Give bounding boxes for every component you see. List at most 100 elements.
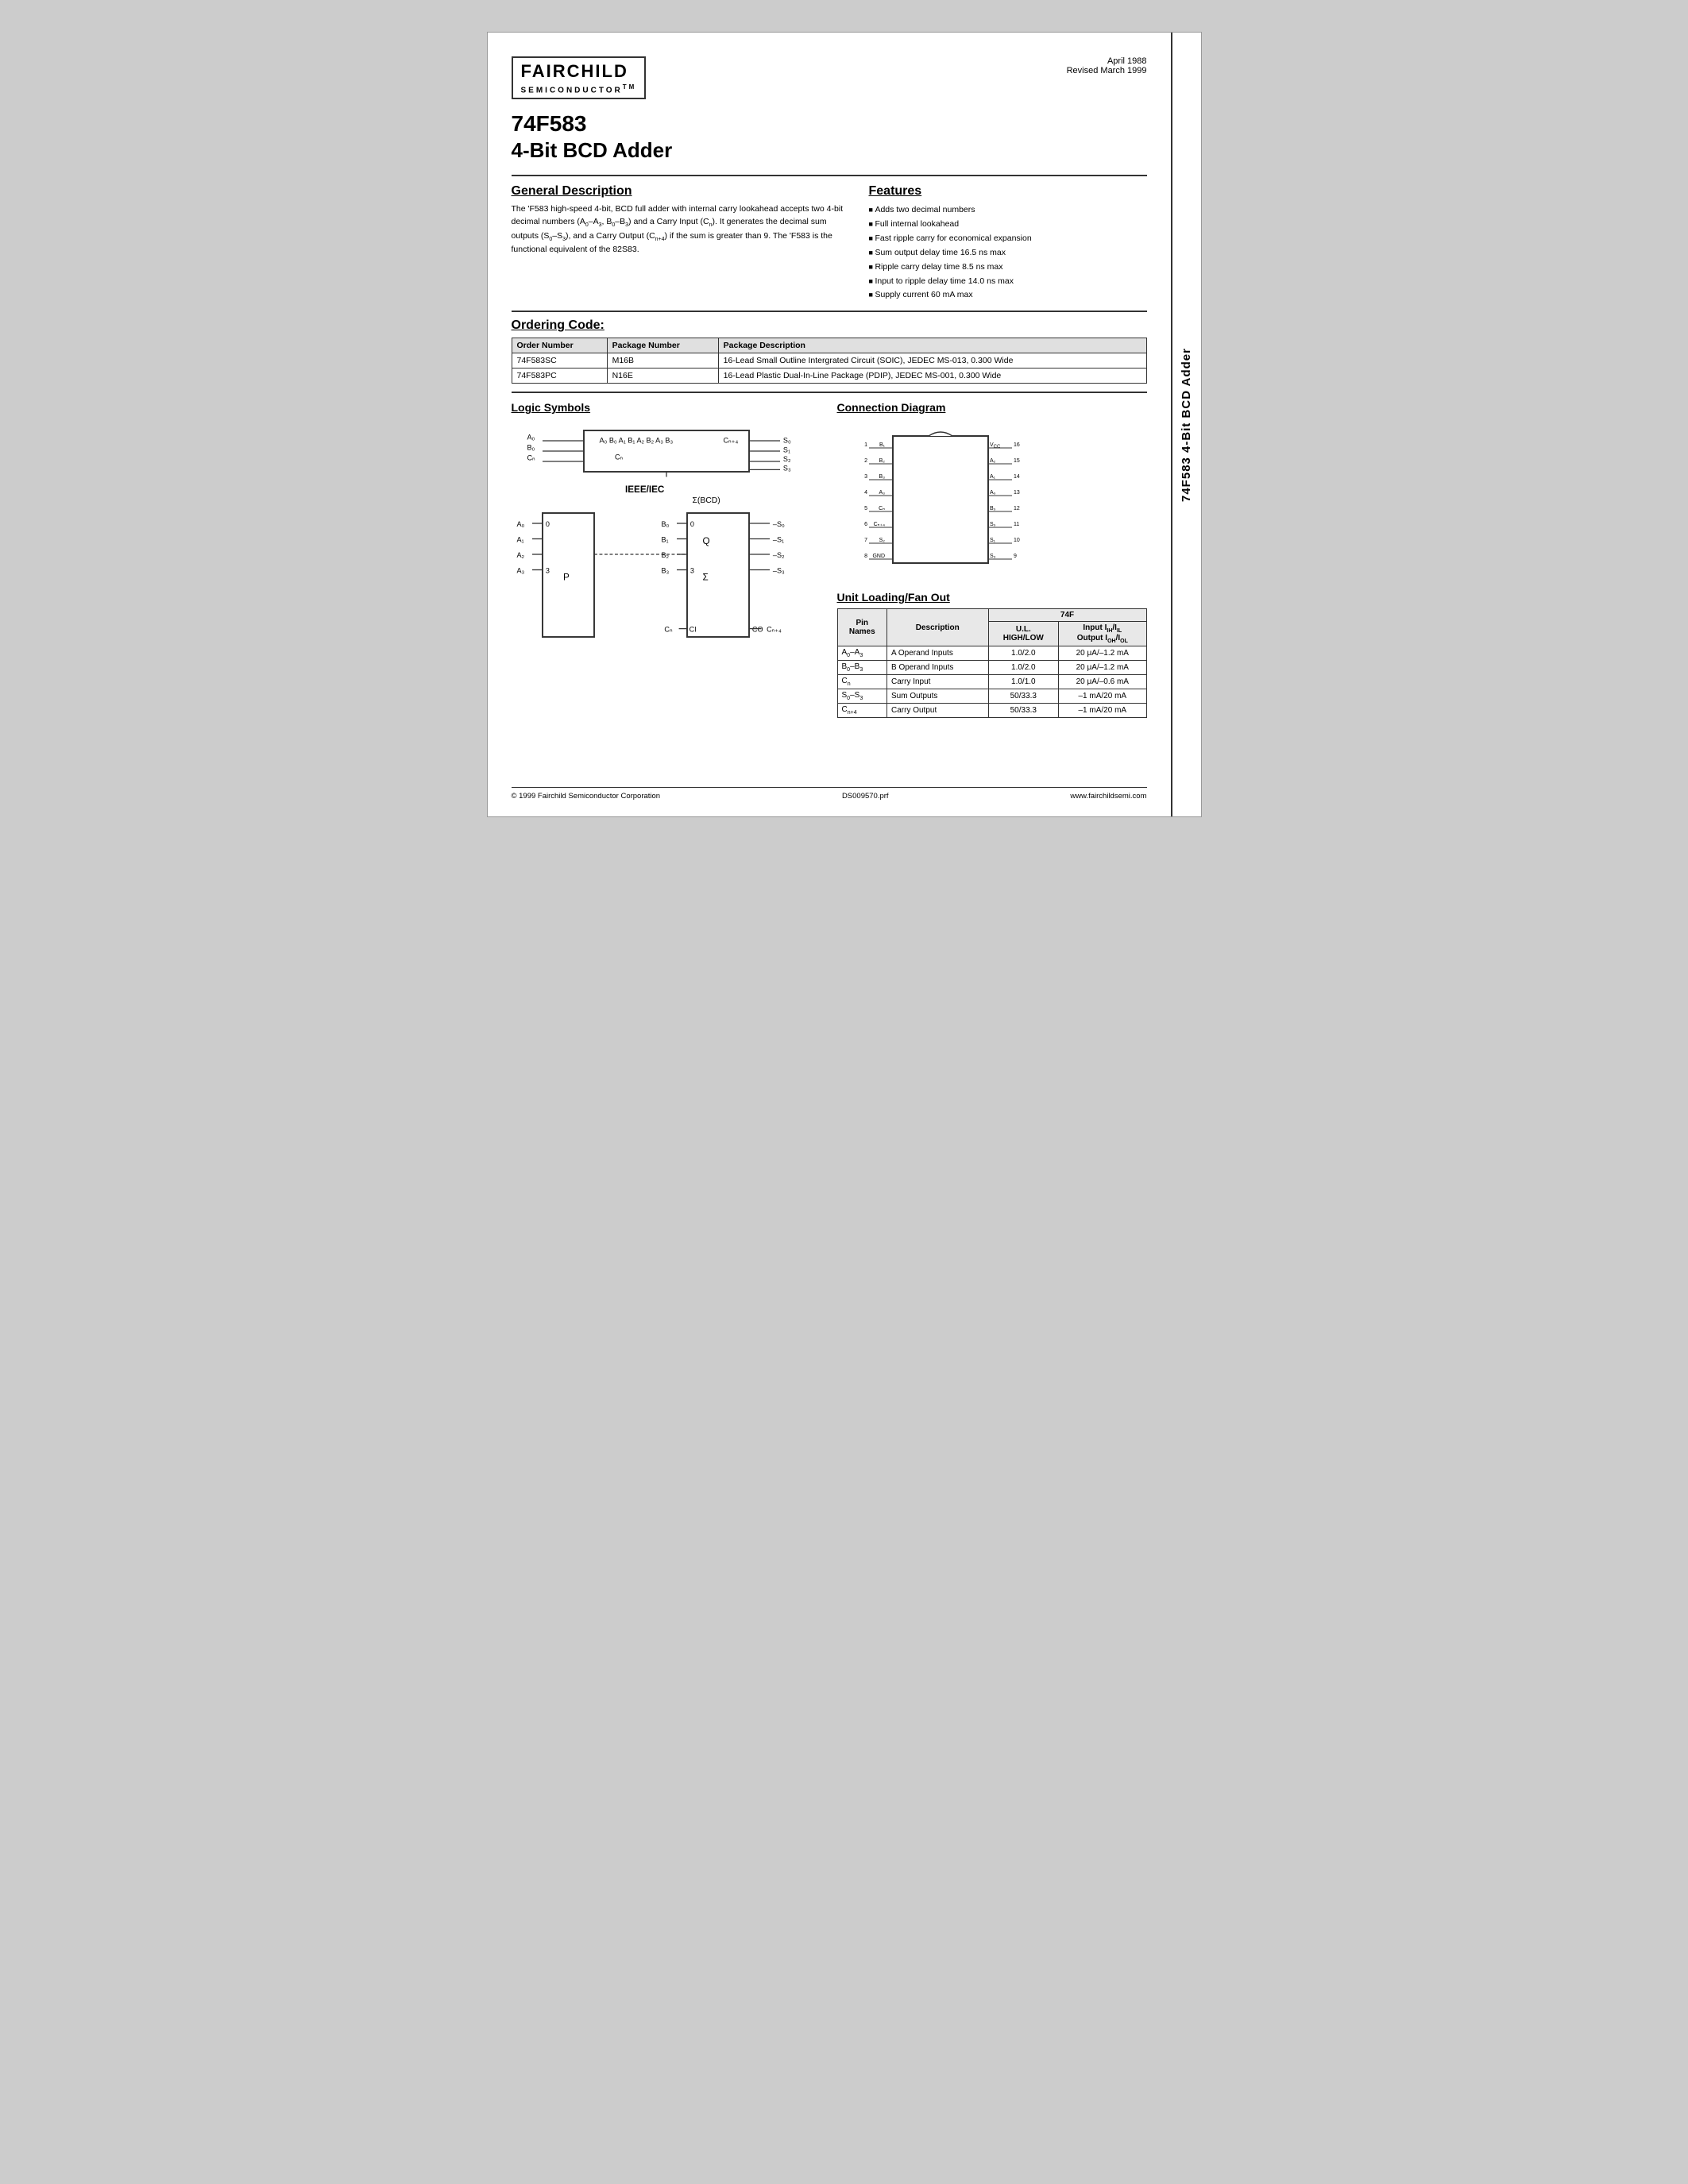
svg-text:A₁: A₁ (516, 536, 523, 544)
svg-text:CO: CO (751, 626, 763, 634)
ordering-table: Order Number Package Number Package Desc… (512, 338, 1147, 384)
svg-text:VCC: VCC (990, 442, 1001, 450)
svg-text:9: 9 (1014, 554, 1017, 559)
svg-text:S₃: S₃ (782, 465, 790, 473)
svg-text:7: 7 (864, 538, 867, 543)
footer-website: www.fairchildsemi.com (1070, 792, 1146, 801)
svg-text:S₂: S₂ (782, 455, 790, 463)
svg-text:CI: CI (689, 626, 696, 634)
svg-text:–S₀: –S₀ (772, 520, 784, 528)
svg-text:A₀: A₀ (990, 490, 996, 496)
order-number: 74F583SC (512, 353, 607, 369)
header: FAIRCHILD SEMICONDUCTORTM April 1988 Rev… (512, 56, 1147, 99)
svg-text:12: 12 (1014, 506, 1020, 511)
pin-io: 20 μA/–0.6 mA (1059, 675, 1146, 689)
svg-text:16: 16 (1014, 442, 1020, 448)
pin-ul: 1.0/2.0 (988, 661, 1059, 675)
features-col: Features Adds two decimal numbers Full i… (869, 184, 1147, 303)
col-ul: U.L.HIGH/LOW (988, 622, 1059, 646)
logo-block: FAIRCHILD SEMICONDUCTORTM (512, 56, 647, 99)
svg-text:A₁: A₁ (990, 474, 996, 480)
svg-text:1: 1 (864, 442, 867, 448)
svg-text:A₀: A₀ (516, 520, 524, 528)
feature-item: Fast ripple carry for economical expansi… (869, 232, 1147, 246)
pin-name: A0–A3 (837, 646, 887, 661)
bottom-section: Logic Symbols A₀ B₀ A₁ B₁ (512, 392, 1147, 775)
svg-text:0: 0 (545, 520, 549, 528)
svg-text:B₃: B₃ (661, 567, 669, 575)
feature-item: Supply current 60 mA max (869, 288, 1147, 303)
svg-text:B₃: B₃ (879, 474, 885, 480)
features-list: Adds two decimal numbers Full internal l… (869, 203, 1147, 303)
feature-item: Full internal lookahead (869, 218, 1147, 232)
table-row: A0–A3 A Operand Inputs 1.0/2.0 20 μA/–1.… (837, 646, 1146, 661)
date-info: April 1988 Revised March 1999 (1067, 56, 1147, 75)
svg-text:S₁: S₁ (990, 538, 996, 543)
pin-desc: A Operand Inputs (887, 646, 989, 661)
pin-desc: Carry Output (887, 704, 989, 718)
svg-text:S₀: S₀ (990, 522, 996, 527)
col-package-description: Package Description (718, 338, 1146, 353)
chip-title: 4-Bit BCD Adder (512, 138, 1147, 163)
pin-name: B0–B3 (837, 661, 887, 675)
svg-text:B₀: B₀ (527, 444, 535, 452)
svg-text:4: 4 (864, 490, 867, 496)
table-row: S0–S3 Sum Outputs 50/33.3 –1 mA/20 mA (837, 689, 1146, 704)
svg-text:A₀ B₀ A₁ B₁ A₂ B₂ A₃ B₃: A₀ B₀ A₁ B₁ A₂ B₂ A₃ B₃ (599, 437, 673, 445)
pin-ul: 1.0/1.0 (988, 675, 1059, 689)
pin-desc: Carry Input (887, 675, 989, 689)
side-tab: 74F583 4-Bit BCD Adder (1172, 33, 1201, 816)
unit-loading-heading: Unit Loading/Fan Out (837, 591, 1147, 604)
package-desc: 16-Lead Small Outline Intergrated Circui… (718, 353, 1146, 369)
pin-ul: 1.0/2.0 (988, 646, 1059, 661)
general-description-col: General Description The 'F583 high-speed… (512, 184, 845, 303)
svg-text:B₂: B₂ (661, 551, 669, 559)
ordering-heading: Ordering Code: (512, 318, 1147, 333)
svg-text:B₀: B₀ (990, 506, 996, 511)
logic-symbols-heading: Logic Symbols (512, 401, 821, 414)
order-number: 74F583PC (512, 369, 607, 384)
table-row: Cn+4 Carry Output 50/33.3 –1 mA/20 mA (837, 704, 1146, 718)
svg-text:P: P (563, 573, 570, 583)
svg-text:B₁: B₁ (661, 536, 668, 544)
logic-diagram-svg: A₀ B₀ A₁ B₁ A₂ B₂ A₃ B₃ Cₙ Cₙ₊₄ A₀ B₀ Cₙ… (512, 420, 821, 771)
chip-part-number: 74F583 (512, 111, 1147, 137)
features-heading: Features (869, 184, 1147, 199)
table-row: 74F583PC N16E 16-Lead Plastic Dual-In-Li… (512, 369, 1146, 384)
package-number: N16E (607, 369, 718, 384)
svg-text:3: 3 (864, 474, 867, 480)
logic-symbols-col: Logic Symbols A₀ B₀ A₁ B₁ (512, 401, 821, 775)
pin-io: –1 mA/20 mA (1059, 689, 1146, 704)
connection-col: Connection Diagram B₁ 1 B₂ 2 B₃ (837, 401, 1147, 775)
svg-text:S₀: S₀ (782, 437, 790, 445)
svg-text:0: 0 (689, 520, 693, 528)
col-description: Description (887, 609, 989, 646)
pin-io: 20 μA/–1.2 mA (1059, 646, 1146, 661)
svg-text:A₃: A₃ (879, 490, 885, 496)
fairchild-logo: FAIRCHILD SEMICONDUCTORTM (512, 56, 647, 99)
svg-text:13: 13 (1014, 490, 1020, 496)
svg-text:IEEE/IEC: IEEE/IEC (625, 484, 665, 495)
pin-ul: 50/33.3 (988, 704, 1059, 718)
general-description-heading: General Description (512, 184, 845, 199)
svg-text:5: 5 (864, 506, 867, 511)
svg-text:S₁: S₁ (782, 446, 790, 454)
svg-text:Cₙ: Cₙ (527, 454, 535, 462)
footer-copyright: © 1999 Fairchild Semiconductor Corporati… (512, 792, 661, 801)
col-order-number: Order Number (512, 338, 607, 353)
footer: © 1999 Fairchild Semiconductor Corporati… (512, 787, 1147, 801)
pin-name: Cn (837, 675, 887, 689)
svg-text:–S₁: –S₁ (772, 536, 783, 544)
connection-diagram-heading: Connection Diagram (837, 401, 1147, 414)
svg-text:–S₂: –S₂ (772, 551, 784, 559)
svg-text:Cₙ: Cₙ (879, 506, 885, 511)
svg-text:Cₙ₊₄: Cₙ₊₄ (723, 437, 738, 445)
svg-text:S₃: S₃ (990, 554, 996, 559)
ordering-section: Ordering Code: Order Number Package Numb… (512, 311, 1147, 384)
feature-item: Input to ripple delay time 14.0 ns max (869, 275, 1147, 289)
svg-text:15: 15 (1014, 458, 1020, 464)
svg-text:11: 11 (1014, 522, 1019, 527)
svg-text:10: 10 (1014, 538, 1020, 543)
table-row: Cn Carry Input 1.0/1.0 20 μA/–0.6 mA (837, 675, 1146, 689)
pin-name: Cn+4 (837, 704, 887, 718)
